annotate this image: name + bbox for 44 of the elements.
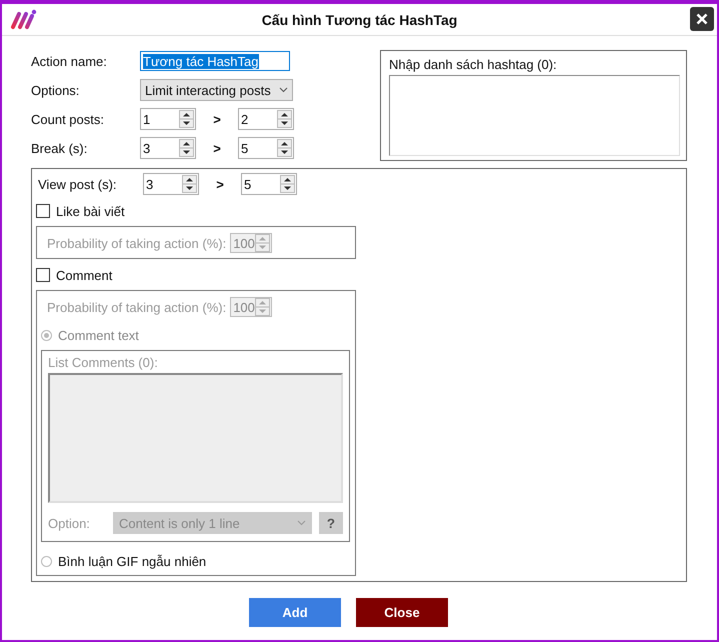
field-label: View post (s): <box>38 176 118 192</box>
number-spinner[interactable]: 5 <box>238 137 294 159</box>
number-spinner[interactable]: 1 <box>140 108 196 130</box>
add-button[interactable]: Add <box>249 598 341 627</box>
field-label: Action name: <box>31 54 108 68</box>
help-button[interactable]: ? <box>319 512 343 534</box>
range-separator: > <box>212 140 222 156</box>
checkbox-label: Like bài viết <box>56 204 125 218</box>
caret-icon <box>297 520 306 526</box>
window-title: Cấu hình Tương tác HashTag <box>262 12 458 28</box>
spin-arrows-icon[interactable] <box>179 110 194 128</box>
close-button[interactable]: Close <box>356 598 448 627</box>
radio-label: Bình luận GIF ngẫu nhiên <box>58 554 206 568</box>
number-spinner[interactable]: 2 <box>238 108 294 130</box>
field-label: Option: <box>48 516 91 530</box>
spin-arrows-icon[interactable] <box>277 139 292 157</box>
hashtag-list-label: Nhập danh sách hashtag (0): <box>389 57 558 72</box>
options-dropdown[interactable]: Limit interacting posts <box>140 79 293 101</box>
field-label: Break (s): <box>31 140 88 156</box>
number-spinner[interactable]: 5 <box>241 173 297 195</box>
close-icon[interactable] <box>690 7 714 31</box>
caret-icon <box>279 87 288 93</box>
checkbox[interactable] <box>36 268 50 282</box>
spin-arrows-icon[interactable] <box>179 139 194 157</box>
field-label: Count posts: <box>31 112 105 126</box>
radio-button[interactable] <box>41 330 52 340</box>
checkbox-label: Comment <box>56 268 112 282</box>
probability-label: Probability of taking action (%): <box>47 300 226 314</box>
field-label: Options: <box>31 82 80 98</box>
number-spinner[interactable]: 3 <box>143 173 199 195</box>
radio-button[interactable] <box>41 556 52 566</box>
checkbox[interactable] <box>36 204 50 218</box>
input-field[interactable]: Tương tác HashTag <box>140 51 290 71</box>
text-area[interactable] <box>48 373 343 503</box>
logo-icon <box>10 8 38 30</box>
number-spinner[interactable]: 3 <box>140 137 196 159</box>
probability-label: Probability of taking action (%): <box>47 236 226 250</box>
spin-arrows-icon[interactable] <box>182 175 197 193</box>
list-label: List Comments (0): <box>48 355 159 370</box>
range-separator: > <box>212 112 222 126</box>
range-separator: > <box>215 176 225 192</box>
spin-arrows-icon[interactable] <box>280 175 295 193</box>
radio-label: Comment text <box>58 328 139 342</box>
spin-arrows-icon[interactable] <box>277 110 292 128</box>
